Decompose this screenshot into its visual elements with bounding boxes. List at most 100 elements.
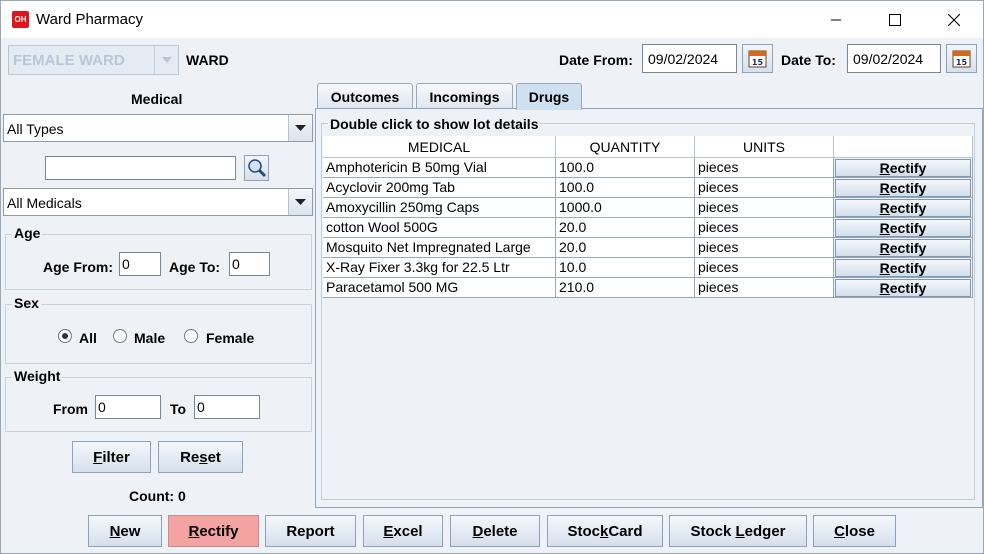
ward-select-value: FEMALE WARD xyxy=(13,52,125,69)
date-to-calendar-button[interactable]: 15 xyxy=(946,44,977,73)
row-rectify-label: ectify xyxy=(889,220,927,236)
close-icon xyxy=(948,14,960,26)
age-to-input[interactable]: 0 xyxy=(229,252,270,276)
row-rectify-button[interactable]: Rectify xyxy=(835,259,971,277)
cell-units[interactable]: pieces xyxy=(695,238,834,258)
search-button[interactable] xyxy=(244,155,269,181)
tab-outcomes[interactable]: Outcomes xyxy=(317,83,413,109)
close-window-button[interactable] xyxy=(931,1,977,39)
date-from-input[interactable]: 09/02/2024 xyxy=(642,44,737,73)
column-header-quantity[interactable]: QUANTITY xyxy=(556,136,695,158)
cell-quantity[interactable]: 20.0 xyxy=(556,218,695,238)
cell-medical[interactable]: cotton Wool 500G xyxy=(323,218,556,238)
maximize-button[interactable] xyxy=(872,1,918,39)
cell-action: Rectify xyxy=(834,218,973,238)
cell-action: Rectify xyxy=(834,238,973,258)
row-rectify-button[interactable]: Rectify xyxy=(835,159,971,177)
reset-button-label-post: et xyxy=(207,448,221,466)
excel-button-mnemonic: E xyxy=(383,522,394,540)
table-row[interactable]: cotton Wool 500G 20.0 pieces Rectify xyxy=(323,218,973,238)
cell-medical[interactable]: X-Ray Fixer 3.3kg for 22.5 Ltr xyxy=(323,258,556,278)
cell-quantity[interactable]: 100.0 xyxy=(556,158,695,178)
cell-units[interactable]: pieces xyxy=(695,178,834,198)
stockcard-button-mnemonic: k xyxy=(599,522,609,540)
cell-units[interactable]: pieces xyxy=(695,218,834,238)
close-button-label-post: lose xyxy=(844,522,875,540)
ward-select[interactable]: FEMALE WARD xyxy=(8,45,179,75)
cell-quantity[interactable]: 210.0 xyxy=(556,278,695,298)
cell-quantity[interactable]: 10.0 xyxy=(556,258,695,278)
cell-medical[interactable]: Mosquito Net Impregnated Large xyxy=(323,238,556,258)
sex-female-radio[interactable] xyxy=(184,329,198,343)
cell-quantity[interactable]: 100.0 xyxy=(556,178,695,198)
date-from-calendar-button[interactable]: 15 xyxy=(742,44,773,73)
close-button[interactable]: Close xyxy=(813,515,896,547)
table-row[interactable]: X-Ray Fixer 3.3kg for 22.5 Ltr 10.0 pieces… xyxy=(323,258,973,278)
filter-button[interactable]: Filter xyxy=(72,441,151,473)
cell-units[interactable]: pieces xyxy=(695,258,834,278)
row-rectify-mnemonic: R xyxy=(879,280,890,296)
cell-units[interactable]: pieces xyxy=(695,198,834,218)
weight-from-input[interactable]: 0 xyxy=(95,395,161,419)
delete-button-label-post: elete xyxy=(483,522,518,540)
medical-select[interactable]: All Medicals xyxy=(3,188,313,216)
weight-to-label: To xyxy=(170,401,187,417)
row-rectify-label: ectify xyxy=(889,160,927,176)
new-button[interactable]: New xyxy=(88,515,162,547)
row-rectify-label: ectify xyxy=(889,180,927,196)
excel-button[interactable]: Excel xyxy=(363,515,443,547)
cell-medical[interactable]: Amphotericin B 50mg Vial xyxy=(323,158,556,178)
row-rectify-mnemonic: R xyxy=(879,260,890,276)
stockcard-button-label-post: Card xyxy=(608,522,643,540)
stockcard-button[interactable]: Stoc k Card xyxy=(547,515,663,547)
row-rectify-button[interactable]: Rectify xyxy=(835,179,971,197)
report-button[interactable]: Report xyxy=(265,515,356,547)
tab-drugs[interactable]: Drugs xyxy=(516,83,582,110)
stock-ledger-button[interactable]: Stock Ledger xyxy=(669,515,807,547)
new-button-label-post: ew xyxy=(120,522,141,540)
weight-to-input[interactable]: 0 xyxy=(194,395,260,419)
reset-button[interactable]: Re s et xyxy=(158,441,243,473)
row-rectify-button[interactable]: Rectify xyxy=(835,239,971,257)
rectify-button-label-post: ectify xyxy=(199,522,239,540)
date-to-input[interactable]: 09/02/2024 xyxy=(847,44,941,73)
cell-medical[interactable]: Acyclovir 200mg Tab xyxy=(323,178,556,198)
age-from-input[interactable]: 0 xyxy=(119,252,161,276)
row-rectify-button[interactable]: Rectify xyxy=(835,279,971,297)
row-rectify-button[interactable]: Rectify xyxy=(835,199,971,217)
table-row[interactable]: Paracetamol 500 MG 210.0 pieces Rectify xyxy=(323,278,973,298)
ward-label: WARD xyxy=(186,52,229,68)
column-header-medical[interactable]: MEDICAL xyxy=(323,136,556,158)
cell-units[interactable]: pieces xyxy=(695,278,834,298)
app-logo-icon: OH xyxy=(12,11,29,28)
rectify-button[interactable]: Rectify xyxy=(168,515,259,547)
cell-units[interactable]: pieces xyxy=(695,158,834,178)
type-select[interactable]: All Types xyxy=(3,114,313,142)
svg-text:15: 15 xyxy=(752,58,764,67)
delete-button[interactable]: Delete xyxy=(450,515,540,547)
column-header-action xyxy=(834,136,973,158)
minimize-button[interactable] xyxy=(813,1,859,39)
cell-medical[interactable]: Amoxycillin 250mg Caps xyxy=(323,198,556,218)
sex-all-radio[interactable] xyxy=(58,329,72,343)
cell-quantity[interactable]: 1000.0 xyxy=(556,198,695,218)
window-title: Ward Pharmacy xyxy=(36,11,143,28)
rectify-button-mnemonic: R xyxy=(188,522,200,540)
cell-quantity[interactable]: 20.0 xyxy=(556,238,695,258)
column-header-units[interactable]: UNITS xyxy=(695,136,834,158)
table-row[interactable]: Amoxycillin 250mg Caps 1000.0 pieces Rectif… xyxy=(323,198,973,218)
drugs-table-caption: Double click to show lot details xyxy=(328,116,541,132)
row-rectify-label: ectify xyxy=(889,280,927,296)
sex-male-radio[interactable] xyxy=(113,329,127,343)
table-row[interactable]: Mosquito Net Impregnated Large 20.0 pieces… xyxy=(323,238,973,258)
table-row[interactable]: Amphotericin B 50mg Vial 100.0 pieces Recti… xyxy=(323,158,973,178)
row-rectify-button[interactable]: Rectify xyxy=(835,219,971,237)
age-to-label: Age To: xyxy=(169,259,221,275)
tab-incomings[interactable]: Incomings xyxy=(416,83,513,109)
reset-button-label-pre: Re xyxy=(180,448,200,466)
cell-medical[interactable]: Paracetamol 500 MG xyxy=(323,278,556,298)
table-row[interactable]: Acyclovir 200mg Tab 100.0 pieces Rectify xyxy=(323,178,973,198)
minimize-icon xyxy=(831,19,841,21)
sex-group-title: Sex xyxy=(12,295,41,311)
medical-search-input[interactable] xyxy=(45,156,236,180)
